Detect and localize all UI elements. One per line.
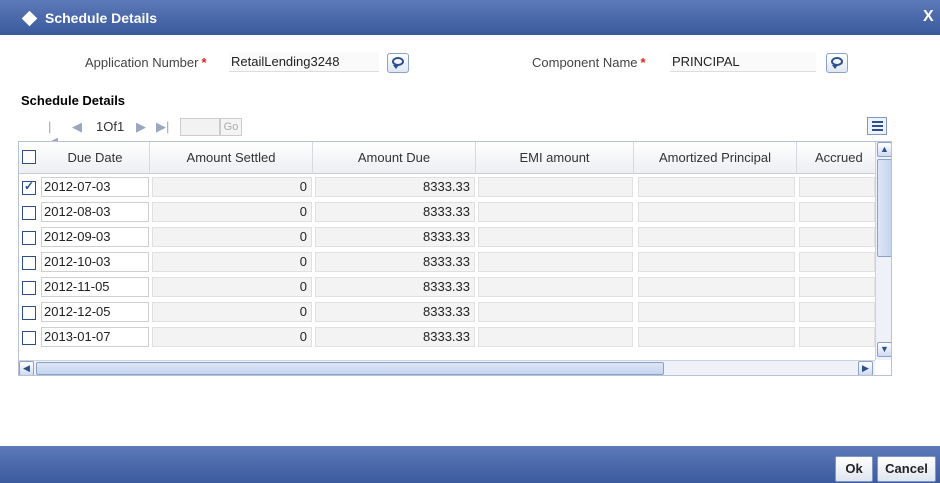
row-checkbox[interactable] [22,281,36,295]
component-name-label: Component Name * [532,55,646,70]
cell-amortized-principal[interactable] [638,177,795,197]
cell-amount-due[interactable]: 8333.33 [315,177,475,197]
column-header[interactable]: EMI amount [476,142,634,174]
next-page-icon[interactable]: ▶ [136,119,146,135]
window-titlebar: Schedule Details X [0,0,940,35]
cell-accrued[interactable] [799,227,875,247]
cell-amount-due[interactable]: 8333.33 [315,202,475,222]
scroll-up-icon[interactable]: ▲ [877,142,891,157]
cancel-button[interactable]: Cancel [877,456,936,482]
column-header[interactable]: Amount Due [313,142,476,174]
component-name-field[interactable]: PRINCIPAL [670,52,816,72]
table-row[interactable]: 2013-01-07 0 8333.33 [19,325,875,349]
cell-emi-amount[interactable] [478,277,633,297]
close-button[interactable]: X [923,8,934,26]
cell-emi-amount[interactable] [478,202,633,222]
cell-amount-settled[interactable]: 0 [152,252,312,272]
cell-emi-amount[interactable] [478,302,633,322]
schedule-grid: Due Date Amount Settled Amount Due EMI a… [18,141,892,376]
cell-amount-due[interactable]: 8333.33 [315,252,475,272]
cell-amount-due[interactable]: 8333.33 [315,227,475,247]
horizontal-scrollbar[interactable]: ◀ ▶ [19,360,875,375]
scroll-right-icon[interactable]: ▶ [858,361,873,375]
cell-amortized-principal[interactable] [638,252,795,272]
cell-accrued[interactable] [799,202,875,222]
column-header[interactable]: Due Date [41,142,150,174]
cell-amortized-principal[interactable] [638,327,795,347]
row-checkbox[interactable] [22,179,36,195]
diamond-icon [21,10,38,27]
cell-amount-settled[interactable]: 0 [152,227,312,247]
cell-due-date[interactable]: 2012-10-03 [41,252,149,272]
column-header[interactable]: Accrued [797,142,875,174]
cell-amount-settled[interactable]: 0 [152,302,312,322]
section-title: Schedule Details [21,93,126,108]
component-name-lov-button[interactable] [826,53,848,73]
horizontal-scroll-thumb[interactable] [36,362,664,375]
cell-amount-settled[interactable]: 0 [152,202,312,222]
cell-amount-settled[interactable]: 0 [152,277,312,297]
application-number-field[interactable]: RetailLending3248 [229,52,379,72]
application-number-label: Application Number * [85,55,207,70]
cell-amount-settled[interactable]: 0 [152,177,312,197]
cell-amortized-principal[interactable] [638,227,795,247]
window-title: Schedule Details [45,10,158,26]
cell-due-date[interactable]: 2012-07-03 [41,177,149,197]
grid-header: Due Date Amount Settled Amount Due EMI a… [19,142,875,174]
row-checkbox[interactable] [22,331,36,345]
cell-amount-due[interactable]: 8333.33 [315,302,475,322]
cell-amortized-principal[interactable] [638,202,795,222]
vertical-scrollbar[interactable]: ▲ ▼ [875,142,891,360]
table-row[interactable]: 2012-07-0308333.33 [19,175,875,199]
go-button[interactable]: Go [220,118,242,136]
cell-accrued[interactable] [799,302,875,322]
cell-accrued[interactable] [799,252,875,272]
page-indicator: 1Of1 [96,119,125,134]
column-settings-icon[interactable] [867,117,887,135]
cell-accrued[interactable] [799,327,875,347]
row-checkbox[interactable] [22,256,36,270]
cell-emi-amount[interactable] [478,177,633,197]
cell-amortized-principal[interactable] [638,277,795,297]
scroll-down-icon[interactable]: ▼ [877,342,891,357]
ok-button[interactable]: Ok [835,456,873,482]
cell-amortized-principal[interactable] [638,302,795,322]
row-checkbox[interactable] [22,231,36,245]
table-row[interactable]: 2012-09-03 0 8333.33 [19,225,875,249]
cell-due-date[interactable]: 2012-12-05 [41,302,149,322]
goto-page-input[interactable] [180,118,220,136]
select-all-checkbox[interactable] [22,150,36,164]
cell-emi-amount[interactable] [478,252,633,272]
required-asterisk: * [201,55,207,70]
table-row[interactable]: 2012-10-03 0 8333.33 [19,250,875,274]
vertical-scroll-thumb[interactable] [877,159,891,257]
cell-emi-amount[interactable] [478,227,633,247]
footer-bar [0,446,940,483]
cell-due-date[interactable]: 2012-11-05 [41,277,149,297]
cell-accrued[interactable] [799,177,875,197]
cell-due-date[interactable]: 2012-09-03 [41,227,149,247]
cell-accrued[interactable] [799,277,875,297]
column-header[interactable]: Amortized Principal [634,142,797,174]
application-number-lov-button[interactable] [387,53,409,73]
cell-due-date[interactable]: 2013-01-07 [41,327,149,347]
cell-due-date[interactable]: 2012-08-03 [41,202,149,222]
cell-emi-amount[interactable] [478,327,633,347]
scroll-left-icon[interactable]: ◀ [19,361,34,375]
prev-page-icon[interactable]: ◀ [72,119,82,135]
column-header[interactable]: Amount Settled [150,142,313,174]
required-asterisk: * [640,55,646,70]
cell-amount-due[interactable]: 8333.33 [315,277,475,297]
table-row[interactable]: 2012-12-05 0 8333.33 [19,300,875,324]
cell-amount-settled[interactable]: 0 [152,327,312,347]
row-checkbox[interactable] [22,206,36,220]
row-checkbox[interactable] [22,306,36,320]
table-row[interactable]: 2012-08-03 0 8333.33 [19,200,875,224]
cell-amount-due[interactable]: 8333.33 [315,327,475,347]
table-row[interactable]: 2012-11-05 0 8333.33 [19,275,875,299]
last-page-icon[interactable]: ▶| [156,119,169,135]
